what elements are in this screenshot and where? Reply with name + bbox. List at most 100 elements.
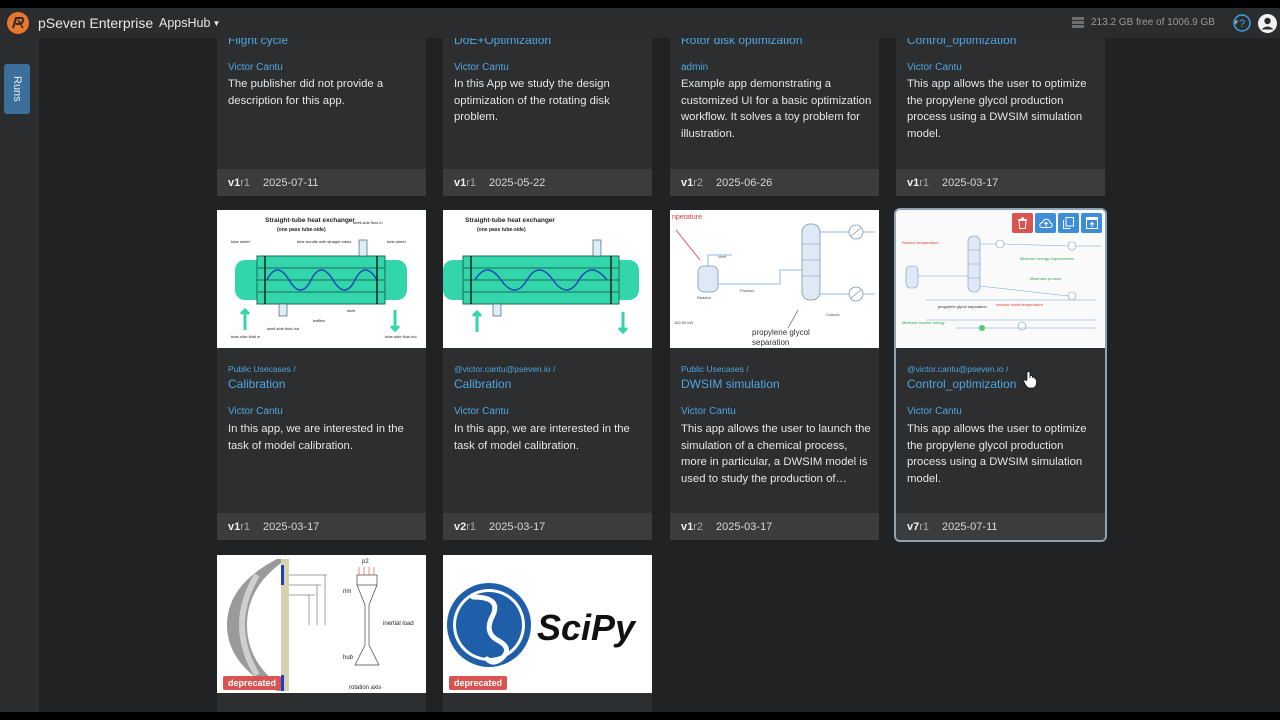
open-button[interactable] <box>1081 213 1102 233</box>
left-sidebar: Runs <box>0 38 39 712</box>
svg-text:shell: shell <box>347 308 355 313</box>
process-flow-diagram: nperature Reactor Vent Product Column 18… <box>672 214 875 347</box>
app-version: v1r2 <box>681 520 704 533</box>
storage-indicator[interactable]: 213.2 GB free of 1006.9 GB ▼ <box>1072 17 1240 28</box>
app-author[interactable]: Victor Cantu <box>228 62 283 73</box>
app-title[interactable]: Calibration <box>454 377 511 391</box>
app-title[interactable]: Control_optimization <box>907 377 1016 391</box>
app-thumbnail: SciPy <box>443 555 652 693</box>
svg-text:Column: Column <box>826 312 840 317</box>
app-date: 2025-03-17 <box>489 520 546 533</box>
card-footer: v1r2 2025-06-26 <box>670 169 879 196</box>
app-date: 2025-03-17 <box>942 176 999 189</box>
app-description: In this App we study the design optimiza… <box>454 78 610 123</box>
app-title[interactable]: Rotor disk optimization <box>681 38 802 47</box>
storage-text: 213.2 GB free of 1006.9 GB <box>1091 17 1215 28</box>
app-title[interactable]: DoE+Optimization <box>454 38 551 47</box>
app-version: v1r1 <box>907 176 930 189</box>
diagram-title: Straight-tube heat exchanger <box>465 217 555 224</box>
svg-text:tube-side fluid out: tube-side fluid out <box>385 334 417 339</box>
app-card[interactable]: Straight-tube heat exchanger (one pass t… <box>443 210 652 540</box>
svg-text:tube sheet: tube sheet <box>231 239 251 244</box>
svg-text:separation: separation <box>752 338 789 347</box>
app-card[interactable]: Control_optimization Victor Cantu This a… <box>896 38 1105 196</box>
svg-text:inertial load: inertial load <box>383 621 414 627</box>
runs-tab-label: Runs <box>11 76 23 102</box>
card-footer: v1r1 2025-03-17 <box>217 513 426 540</box>
app-version: v1r2 <box>681 176 704 189</box>
app-author[interactable]: admin <box>681 62 708 73</box>
app-breadcrumb[interactable]: @victor.cantu@pseven.io / <box>454 364 555 374</box>
bottom-edge <box>0 712 1280 720</box>
svg-text:propylene glycol separation: propylene glycol separation <box>938 304 987 309</box>
svg-text:rim: rim <box>343 589 351 595</box>
app-author[interactable]: Victor Cantu <box>454 406 509 417</box>
app-card[interactable]: p2 rim inertial load hub rotation axis d… <box>217 555 426 712</box>
app-card[interactable]: Flight cycle Victor Cantu The publisher … <box>217 38 426 196</box>
svg-text:hub: hub <box>343 655 354 661</box>
svg-text:baffles: baffles <box>313 318 325 323</box>
svg-text:SciPy: SciPy <box>537 607 637 648</box>
caret-down-icon: ▼ <box>212 19 221 28</box>
svg-text:reboiler outlet temperature: reboiler outlet temperature <box>996 302 1044 307</box>
app-title[interactable]: Control_optimization <box>907 38 1016 47</box>
app-title[interactable]: DWSIM simulation <box>681 377 780 391</box>
deprecated-badge: deprecated <box>449 676 508 690</box>
brand-name: pSeven Enterprise <box>38 15 154 31</box>
diagram-title: Straight-tube heat exchanger <box>265 217 355 224</box>
app-author[interactable]: Victor Cantu <box>907 406 962 417</box>
runs-tab[interactable]: Runs <box>4 64 30 114</box>
app-card[interactable]: Straight-tube heat exchanger (one pass t… <box>217 210 426 540</box>
publish-button[interactable] <box>1035 213 1056 233</box>
heat-exchanger-diagram: Straight-tube heat exchanger (one pass t… <box>443 217 639 335</box>
app-version: v1r1 <box>228 176 251 189</box>
svg-text:?: ? <box>1239 18 1245 30</box>
appshub-menu-label: AppsHub <box>159 16 211 30</box>
app-title[interactable]: Calibration <box>228 377 285 391</box>
svg-text:rotation axis: rotation axis <box>349 685 381 691</box>
svg-text:tube sheet: tube sheet <box>387 239 407 244</box>
svg-text:nperature: nperature <box>672 214 702 221</box>
copy-button[interactable] <box>1058 213 1079 233</box>
card-footer: v1r1 2025-03-17 <box>896 169 1105 196</box>
app-author[interactable]: Victor Cantu <box>681 406 736 417</box>
app-version: v1r1 <box>228 520 251 533</box>
svg-text:182.50 kW: 182.50 kW <box>674 320 693 325</box>
app-breadcrumb[interactable]: @victor.cantu@pseven.io / <box>907 364 1008 374</box>
app-version: v7r1 <box>907 520 930 533</box>
card-footer: v2r1 2025-03-17 <box>443 513 652 540</box>
help-icon[interactable]: ? <box>1233 14 1251 32</box>
svg-text:Reactor temperature: Reactor temperature <box>902 240 939 245</box>
copy-icon <box>1063 217 1074 229</box>
app-card[interactable]: SciPy deprecated <box>443 555 652 712</box>
app-card[interactable]: Rotor disk optimization admin Example ap… <box>670 38 879 196</box>
app-date: 2025-03-17 <box>716 520 773 533</box>
rotor-disk-diagram: p2 rim inertial load hub rotation axis <box>227 559 414 691</box>
delete-button[interactable] <box>1012 213 1033 233</box>
svg-text:Product: Product <box>740 288 755 293</box>
pseven-logo-icon[interactable] <box>6 11 30 35</box>
app-card[interactable]: DoE+Optimization Victor Cantu In this Ap… <box>443 38 652 196</box>
hand-pointer-icon <box>1023 371 1037 389</box>
app-description: The publisher did not provide a descript… <box>228 78 384 107</box>
app-card-selected[interactable]: Reactor temperature Minimize energy requ… <box>896 210 1105 540</box>
app-breadcrumb[interactable]: Public Usecases / <box>681 364 749 374</box>
appshub-menu[interactable]: AppsHub ▼ <box>159 16 220 30</box>
app-card[interactable]: nperature Reactor Vent Product Column 18… <box>670 210 879 540</box>
svg-text:Reactor: Reactor <box>697 295 712 300</box>
app-author[interactable]: Victor Cantu <box>907 62 962 73</box>
app-description: In this app, we are interested in the ta… <box>454 423 630 452</box>
scipy-logo-icon: SciPy <box>447 583 637 667</box>
svg-text:tube bundle with straight tube: tube bundle with straight tubes <box>297 239 351 244</box>
app-date: 2025-07-11 <box>942 520 998 533</box>
app-title[interactable]: Flight cycle <box>228 38 288 47</box>
user-account-icon[interactable] <box>1258 14 1277 33</box>
svg-text:shell-side fluid out: shell-side fluid out <box>267 326 300 331</box>
app-description: This app allows the user to optimize the… <box>907 78 1087 140</box>
deprecated-badge: deprecated <box>223 676 282 690</box>
app-date: 2025-05-22 <box>489 176 546 189</box>
app-author[interactable]: Victor Cantu <box>454 62 509 73</box>
app-author[interactable]: Victor Cantu <box>228 406 283 417</box>
app-breadcrumb[interactable]: Public Usecases / <box>228 364 296 374</box>
app-description: This app allows the user to optimize the… <box>907 423 1087 485</box>
